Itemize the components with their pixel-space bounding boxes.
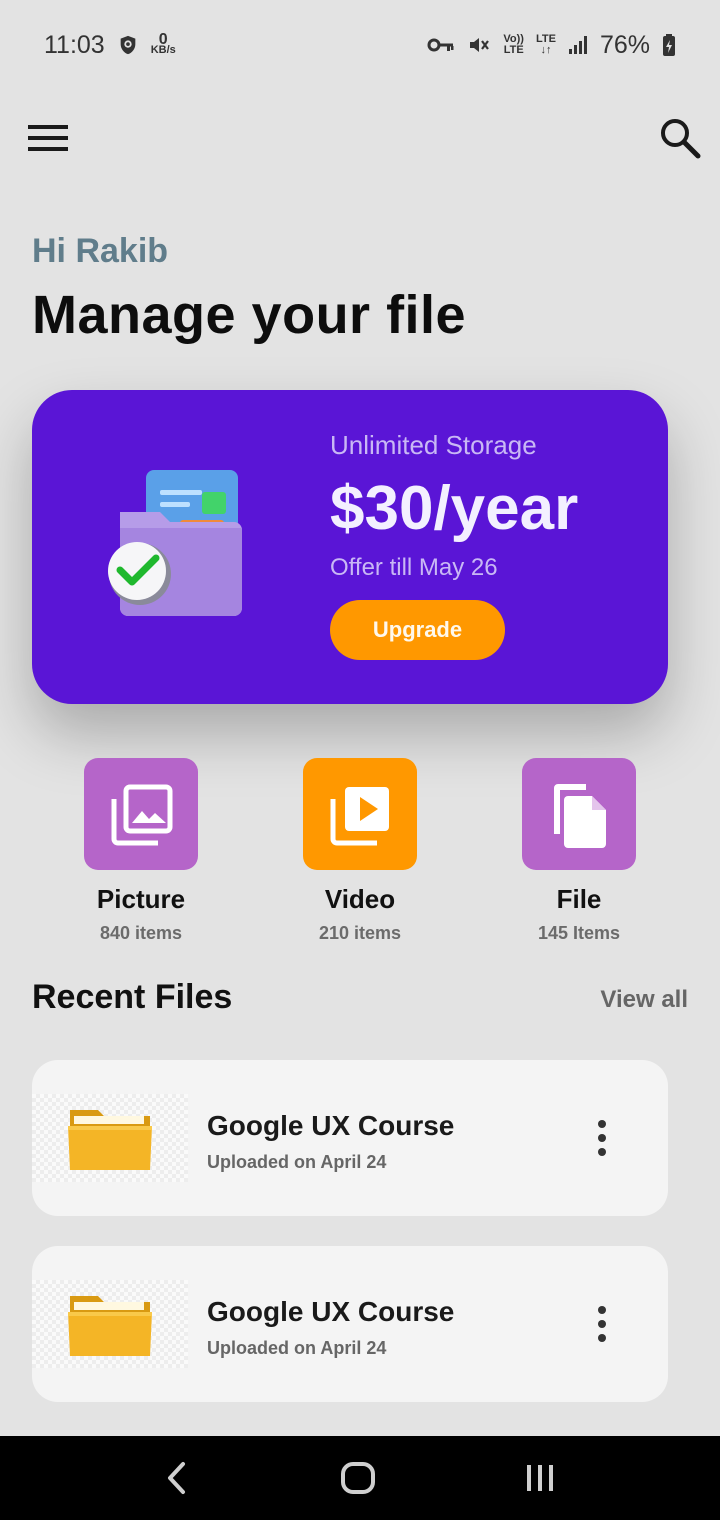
promo-subtitle: Unlimited Storage [330, 430, 537, 460]
promo-offer: Offer till May 26 [330, 554, 498, 581]
file-date: Uploaded on April 24 [207, 1338, 387, 1358]
view-all-link[interactable]: View all [600, 986, 688, 1014]
shield-icon [117, 34, 139, 56]
file-name: Google UX Course [207, 1110, 455, 1141]
more-options-icon[interactable] [592, 1120, 612, 1156]
battery-percent: 76% [599, 30, 650, 59]
data-arrows-icon: ↓↑ [540, 44, 552, 56]
status-bar: 11:03 0 KB/s Vo)) LTE LTE ↓↑ 76% [0, 0, 720, 90]
category-count: 145 Items [537, 923, 621, 943]
status-time: 11:03 [44, 30, 105, 59]
vpn-key-icon [427, 36, 455, 54]
video-library-icon[interactable] [303, 758, 417, 870]
page-title: Manage your file [32, 285, 467, 345]
category-file[interactable]: File 145 Items [499, 758, 659, 944]
lte-indicator: LTE ↓↑ [536, 34, 556, 56]
category-picture[interactable]: Picture 840 items [61, 758, 221, 944]
volte-label-bottom: LTE [503, 44, 524, 56]
file-copy-icon[interactable] [522, 758, 636, 870]
category-name: Video [324, 884, 396, 914]
app-bar [26, 110, 702, 166]
battery-charging-icon [662, 33, 676, 57]
promo-price: $30/year [330, 474, 579, 543]
promo-card: Unlimited Storage $30/year Offer till Ma… [32, 390, 668, 704]
category-name: File [556, 884, 602, 914]
category-count: 210 items [318, 923, 402, 943]
category-video[interactable]: Video 210 items [280, 758, 440, 944]
net-speed-unit: KB/s [150, 44, 176, 56]
promo-text: Unlimited Storage $30/year Offer till Ma… [330, 430, 578, 660]
mute-icon [467, 33, 491, 57]
home-icon[interactable] [340, 1460, 376, 1496]
folder-check-illustration [104, 462, 254, 622]
file-date: Uploaded on April 24 [207, 1152, 387, 1172]
greeting: Hi Rakib [32, 232, 169, 270]
category-name: Picture [96, 884, 186, 914]
signal-icon [568, 35, 588, 55]
search-icon[interactable] [658, 116, 702, 160]
file-card[interactable]: Google UX Course Uploaded on April 24 [32, 1246, 668, 1402]
more-options-icon[interactable] [592, 1306, 612, 1342]
file-card[interactable]: Google UX Course Uploaded on April 24 [32, 1060, 668, 1216]
category-count: 840 items [99, 923, 183, 943]
upgrade-button[interactable]: Upgrade [330, 600, 505, 660]
recent-apps-icon[interactable] [523, 1461, 557, 1495]
recent-files-title: Recent Files [32, 978, 233, 1016]
status-bar-left: 11:03 0 KB/s [44, 31, 176, 60]
hamburger-menu-icon[interactable] [26, 122, 70, 154]
folder-icon [32, 1094, 188, 1182]
status-bar-right: Vo)) LTE LTE ↓↑ 76% [427, 31, 676, 60]
net-speed: 0 KB/s [150, 32, 176, 56]
file-name: Google UX Course [207, 1296, 455, 1327]
folder-icon [32, 1280, 188, 1368]
gallery-icon[interactable] [84, 758, 198, 870]
system-nav-bar [0, 1436, 720, 1520]
volte-indicator: Vo)) LTE [503, 34, 524, 56]
back-icon[interactable] [163, 1461, 193, 1495]
